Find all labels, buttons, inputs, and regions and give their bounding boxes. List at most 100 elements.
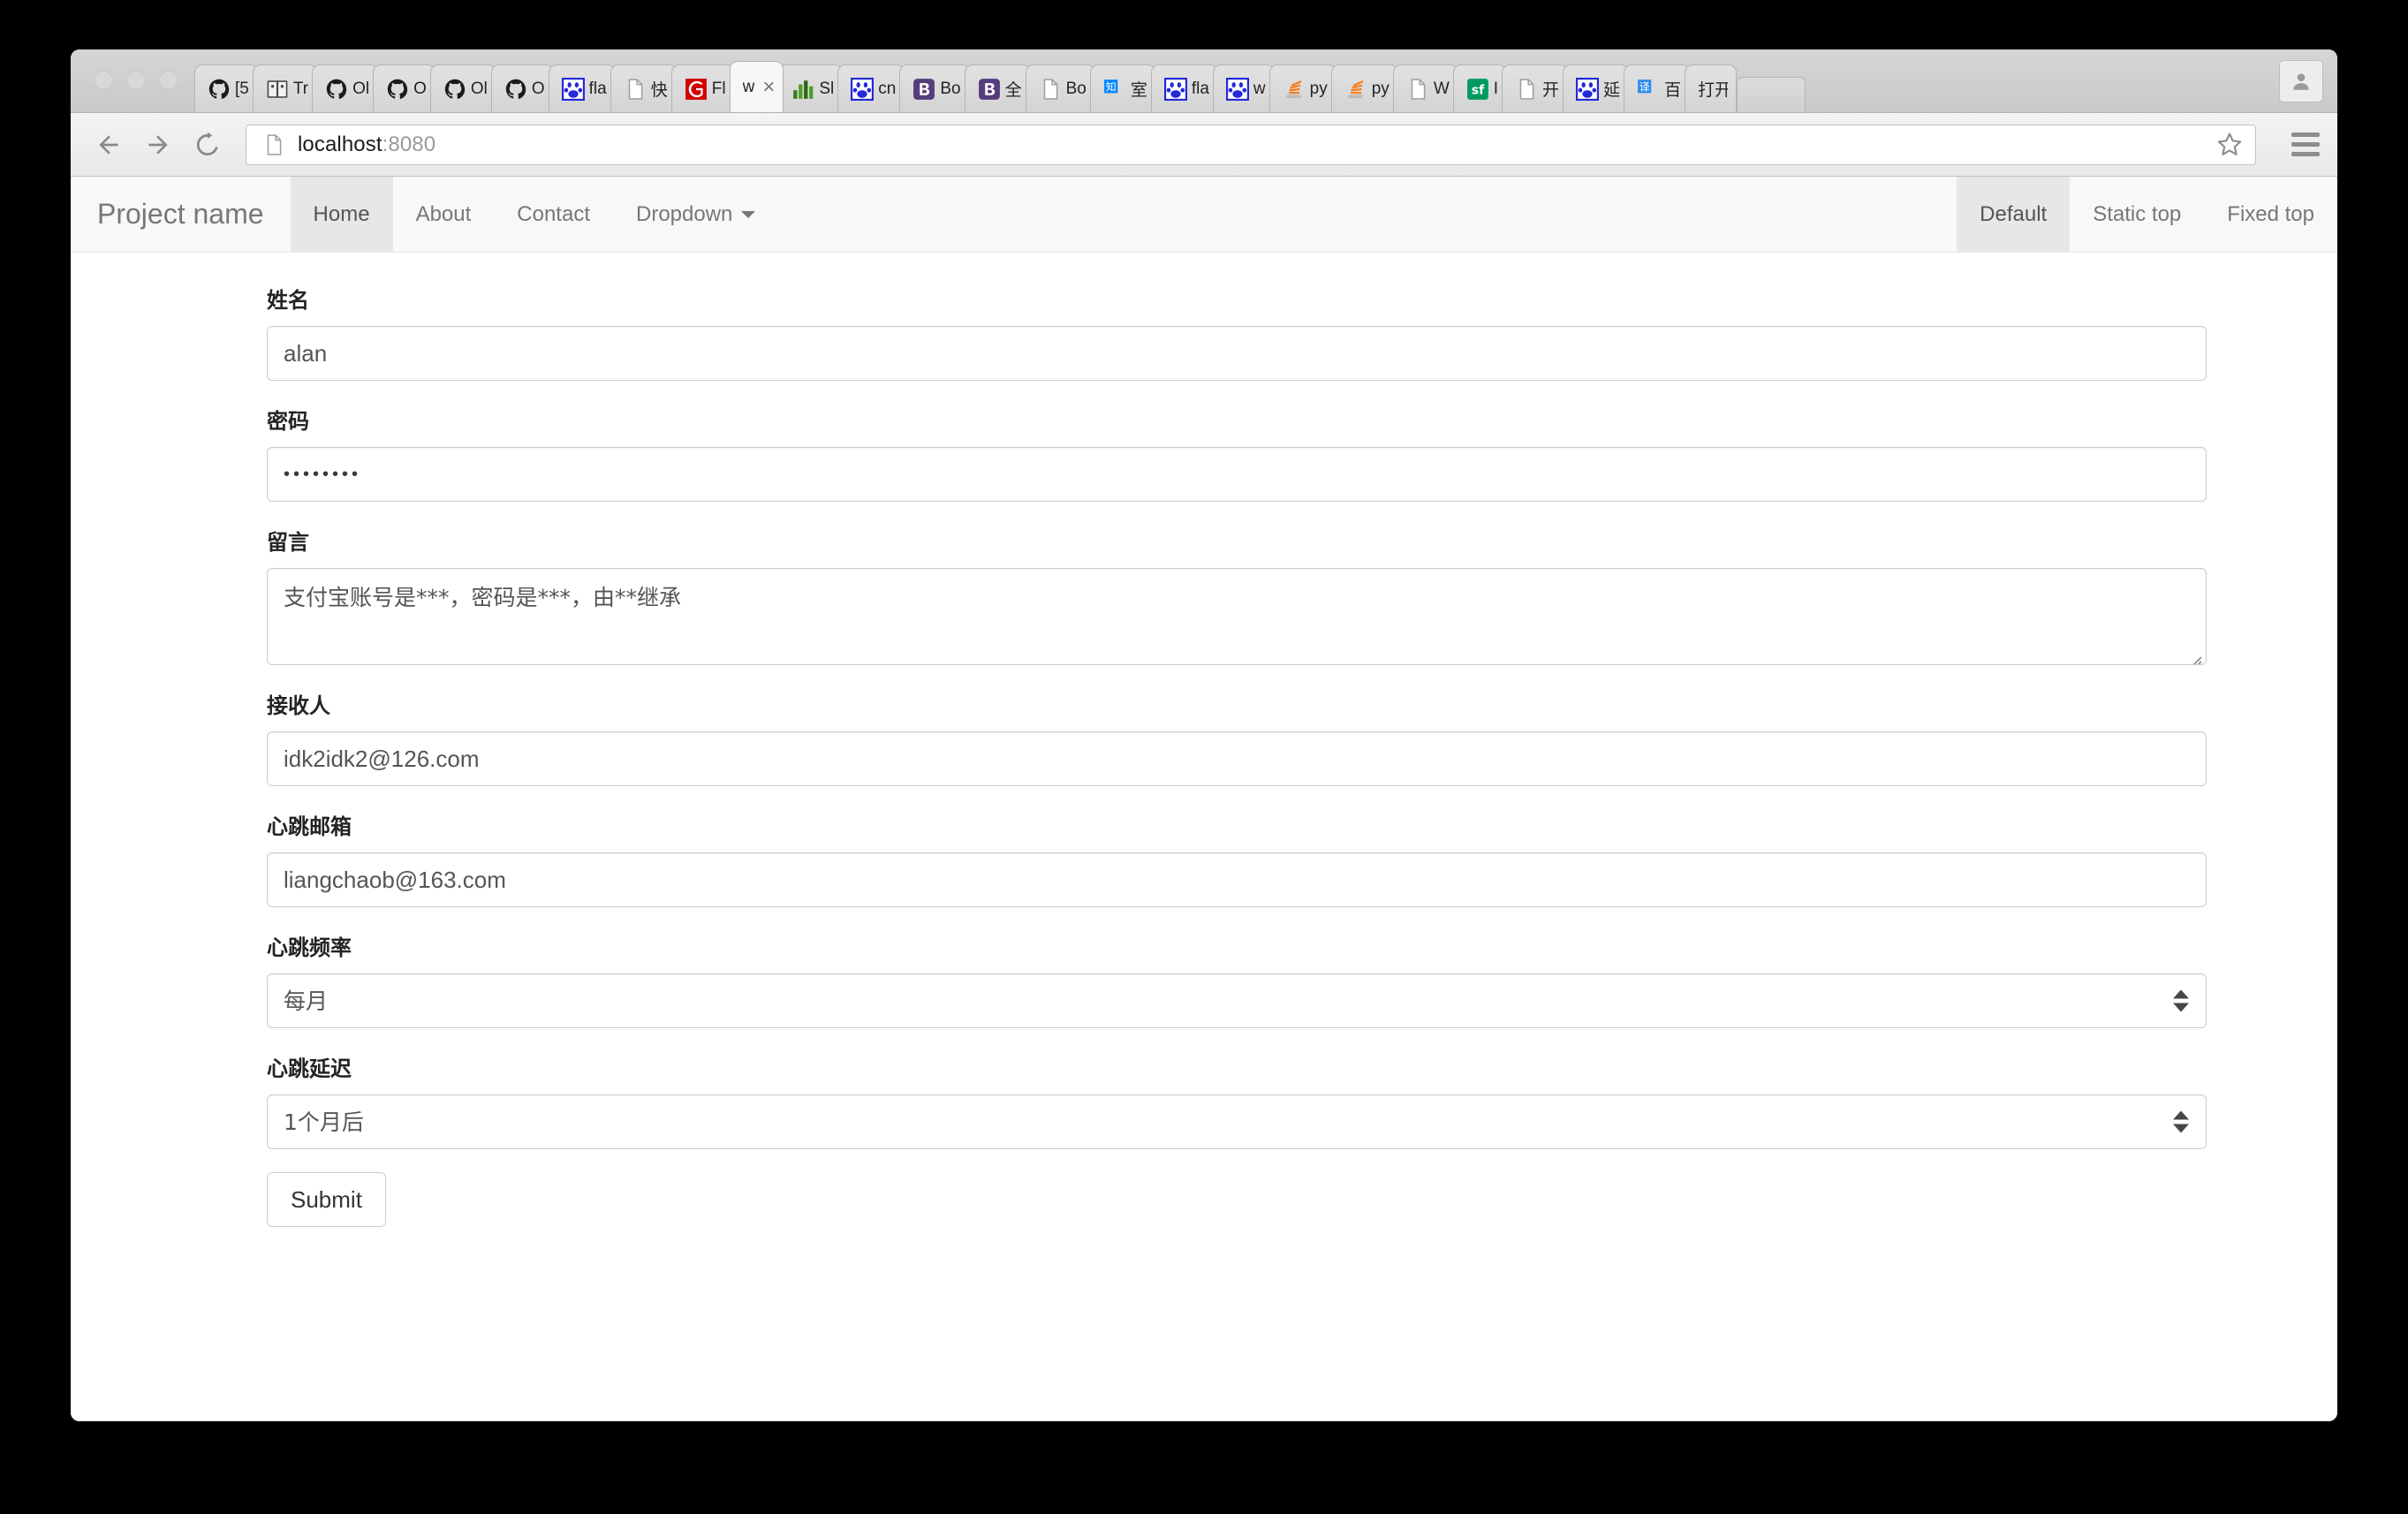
address-bar-text: localhost:8080 bbox=[298, 132, 2215, 157]
nav-item-label: About bbox=[415, 201, 472, 226]
nav-item-static-top[interactable]: Static top bbox=[2070, 177, 2204, 252]
translate-icon: 译 bbox=[1637, 78, 1660, 101]
browser-tab-title: w bbox=[1253, 79, 1266, 98]
profile-avatar-icon[interactable] bbox=[2279, 60, 2323, 102]
browser-tab-title: Sl bbox=[819, 79, 835, 98]
form-group: 接收人 idk2idk2@126.com bbox=[71, 688, 2337, 786]
browser-tab[interactable]: W bbox=[1392, 64, 1458, 112]
form-field-label: 心跳频率 bbox=[267, 935, 352, 960]
browser-tab[interactable]: Ol bbox=[312, 64, 379, 112]
browser-tab[interactable]: O bbox=[490, 64, 554, 112]
browser-tab[interactable]: w × bbox=[729, 61, 784, 112]
close-tab-icon[interactable]: × bbox=[762, 76, 775, 98]
svg-text:知: 知 bbox=[1106, 80, 1117, 93]
browser-tab-title: 快 bbox=[650, 81, 668, 100]
page-icon bbox=[1039, 78, 1062, 101]
browser-tab[interactable]: py bbox=[1330, 64, 1398, 112]
nav-item-fixed-top[interactable]: Fixed top bbox=[2204, 177, 2337, 252]
navbar-brand[interactable]: Project name bbox=[71, 177, 291, 252]
browser-tab[interactable]: fla bbox=[548, 64, 616, 112]
zhihu-icon: 知 bbox=[1103, 78, 1126, 101]
close-window-button[interactable] bbox=[94, 71, 113, 90]
star-icon[interactable] bbox=[2215, 130, 2245, 160]
browser-tab[interactable]: 延 bbox=[1563, 64, 1630, 112]
form-field-label: 心跳延迟 bbox=[267, 1056, 352, 1081]
form-input-email[interactable]: idk2idk2@126.com bbox=[267, 731, 2207, 786]
form-group: 留言支付宝账号是***，密码是***，由**继承 bbox=[71, 525, 2337, 665]
svg-text:译: 译 bbox=[1639, 80, 1650, 93]
github-icon bbox=[325, 78, 348, 101]
browser-tab[interactable]: O bbox=[373, 64, 435, 112]
browser-tab[interactable]: sf I bbox=[1452, 64, 1508, 112]
browser-tab-title: w bbox=[742, 77, 755, 96]
page-icon bbox=[1406, 78, 1429, 101]
nav-item-default[interactable]: Default bbox=[1957, 177, 2071, 252]
browser-tab[interactable]: 译百 bbox=[1624, 64, 1691, 112]
c-red-icon bbox=[685, 78, 708, 101]
browser-tab[interactable]: Tr bbox=[252, 64, 318, 112]
browser-tab[interactable]: py bbox=[1268, 64, 1337, 112]
browser-tab[interactable]: Bo bbox=[1025, 64, 1095, 112]
browser-tab[interactable]: 全 bbox=[964, 64, 1031, 112]
browser-tab[interactable]: w bbox=[1212, 64, 1275, 112]
minimize-window-button[interactable] bbox=[126, 71, 146, 90]
browser-tab[interactable]: cn bbox=[837, 64, 905, 112]
window-traffic-lights bbox=[71, 49, 194, 112]
form-field-label: 留言 bbox=[267, 530, 309, 555]
select-wrapper: 每月 bbox=[267, 973, 2207, 1028]
segmentfault-icon: sf bbox=[1466, 78, 1489, 101]
github-icon bbox=[443, 78, 466, 101]
form-textarea[interactable]: 支付宝账号是***，密码是***，由**继承 bbox=[267, 568, 2207, 665]
browser-tab[interactable]: fla bbox=[1150, 64, 1218, 112]
signup-form: 姓名 alan 密码 •••••••• 留言 支付宝账号是***，密码是***，由**继承… bbox=[71, 253, 2337, 1227]
nav-item-home[interactable]: Home bbox=[290, 177, 393, 252]
reload-icon[interactable] bbox=[193, 130, 223, 160]
nav-item-label: Default bbox=[1980, 201, 2048, 226]
hamburger-menu-icon[interactable] bbox=[2291, 132, 2320, 156]
nav-item-label: Home bbox=[313, 201, 370, 226]
form-input-text[interactable]: alan bbox=[267, 326, 2207, 381]
bootstrap-icon bbox=[912, 78, 935, 101]
form-field-label: 心跳邮箱 bbox=[267, 814, 352, 839]
browser-tab[interactable]: [5 bbox=[194, 64, 258, 112]
select-wrapper: 1个月后 bbox=[267, 1094, 2207, 1149]
form-select[interactable]: 每月 bbox=[267, 973, 2207, 1028]
browser-tab[interactable]: Ol bbox=[429, 64, 496, 112]
forward-arrow-icon[interactable] bbox=[143, 130, 173, 160]
baidu-paw-icon bbox=[851, 77, 875, 101]
new-tab-button[interactable] bbox=[1737, 77, 1806, 112]
nav-item-contact[interactable]: Contact bbox=[494, 177, 613, 252]
nav-item-about[interactable]: About bbox=[393, 177, 495, 252]
browser-tab[interactable]: Sl bbox=[778, 64, 844, 112]
browser-tab-title: Tr bbox=[292, 79, 309, 98]
browser-tabs: [5 Tr Ol O Ol Ofla 快 Fl w × Sl cn Bo 全 Bo 知室 fla w py py Wsf… bbox=[194, 49, 2337, 112]
textarea-resize-handle[interactable] bbox=[2185, 644, 2203, 664]
back-arrow-icon[interactable] bbox=[94, 130, 124, 160]
form-input-email[interactable]: liangchaob@163.com bbox=[267, 852, 2207, 907]
browser-tab[interactable]: Fl bbox=[670, 64, 735, 112]
browser-tab[interactable]: Bo bbox=[899, 64, 970, 112]
browser-tab[interactable]: 打开新 bbox=[1685, 64, 1738, 112]
zoom-window-button[interactable] bbox=[159, 71, 178, 90]
browser-tab-title: Bo bbox=[1065, 79, 1087, 98]
github-icon bbox=[504, 78, 527, 101]
book-icon bbox=[266, 78, 289, 101]
form-select[interactable]: 1个月后 bbox=[267, 1094, 2207, 1149]
browser-tab[interactable]: 知室 bbox=[1089, 64, 1156, 112]
browser-tab-title: O bbox=[413, 79, 427, 98]
page-icon bbox=[624, 78, 647, 101]
browser-tab[interactable]: 开 bbox=[1502, 64, 1569, 112]
nav-item-dropdown[interactable]: Dropdown bbox=[613, 177, 778, 252]
menu-line bbox=[2291, 132, 2320, 137]
baidu-paw-icon bbox=[1576, 77, 1600, 101]
chevron-down-icon bbox=[741, 210, 756, 218]
form-input-password[interactable]: •••••••• bbox=[267, 447, 2207, 502]
submit-button[interactable]: Submit bbox=[267, 1172, 386, 1227]
select-stepper-arrows-icon bbox=[2173, 989, 2189, 1012]
nav-item-label: Fixed top bbox=[2227, 201, 2314, 226]
address-bar[interactable]: localhost:8080 bbox=[246, 124, 2256, 165]
browser-tab[interactable]: 快 bbox=[610, 64, 677, 112]
form-group: 心跳邮箱 liangchaob@163.com bbox=[71, 809, 2337, 907]
nav-item-label: Static top bbox=[2093, 201, 2182, 226]
form-field-label: 接收人 bbox=[267, 693, 330, 718]
